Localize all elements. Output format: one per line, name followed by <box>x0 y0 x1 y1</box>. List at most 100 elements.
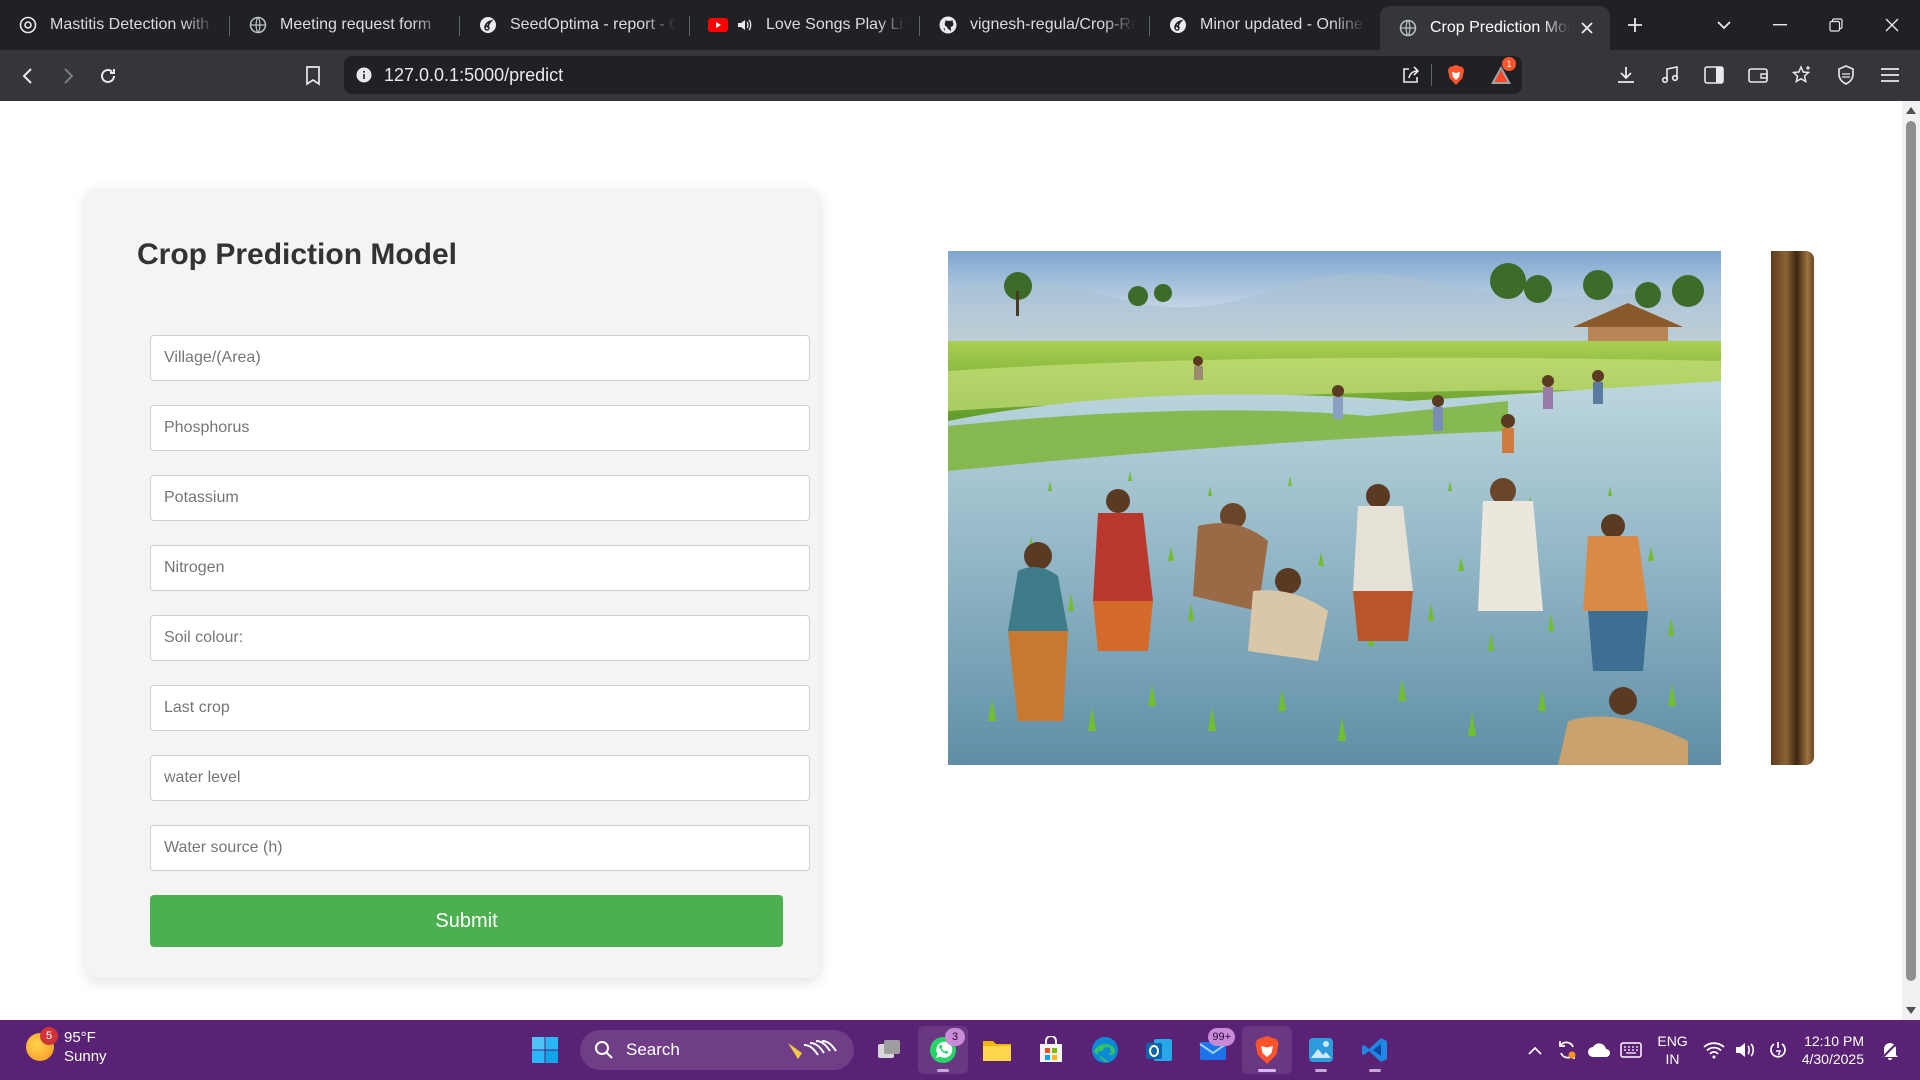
site-info-icon[interactable] <box>356 67 372 83</box>
brave-icon <box>1255 1036 1279 1064</box>
task-view-icon <box>878 1040 900 1058</box>
wallet-button[interactable] <box>1738 56 1778 94</box>
water-source-input[interactable] <box>150 825 810 871</box>
brave-rewards-icon[interactable]: 1 <box>1490 57 1516 85</box>
task-view-button[interactable] <box>864 1026 914 1074</box>
forward-arrow-icon <box>64 67 74 84</box>
sidebar-button[interactable] <box>1694 56 1734 94</box>
share-icon[interactable] <box>1401 65 1421 85</box>
taskbar-whatsapp[interactable]: 3 <box>918 1026 968 1074</box>
bookmark-button[interactable] <box>293 56 333 96</box>
minimize-button[interactable] <box>1752 0 1808 50</box>
brave-shields-icon[interactable] <box>1446 64 1466 86</box>
last-crop-input[interactable] <box>150 685 810 731</box>
tab-crop-prediction[interactable]: Crop Prediction Mod <box>1380 6 1610 50</box>
browser-toolbar: 127.0.0.1:5000/predict 1 <box>0 50 1920 101</box>
downloads-button[interactable] <box>1606 56 1646 94</box>
tab-meeting[interactable]: Meeting request form <box>230 0 460 50</box>
wallet-icon <box>1748 68 1768 83</box>
leo-ai-button[interactable] <box>1782 56 1822 94</box>
notification-bell-icon <box>1882 1042 1898 1060</box>
rewards-count-badge: 1 <box>1502 57 1516 71</box>
next-slide-image-edge <box>1771 251 1814 765</box>
tab-seedoptima[interactable]: SeedOptima - report - On <box>460 0 690 50</box>
sync-status-button[interactable] <box>1551 1030 1583 1070</box>
weather-widget[interactable]: 5 95°F Sunny <box>26 1027 107 1066</box>
wifi-status[interactable] <box>1698 1030 1730 1070</box>
water-level-input[interactable] <box>150 755 810 801</box>
sidebar-icon <box>1704 66 1724 84</box>
show-hidden-icons-button[interactable] <box>1519 1030 1551 1070</box>
scrollbar-thumb[interactable] <box>1906 121 1916 981</box>
taskbar-clock[interactable]: 12:10 PM 4/30/2025 <box>1802 1032 1864 1068</box>
nitrogen-input[interactable] <box>150 545 810 591</box>
potassium-input[interactable] <box>150 475 810 521</box>
village-area-input[interactable] <box>150 335 810 381</box>
notifications-button[interactable] <box>1874 1030 1906 1070</box>
close-tab-icon[interactable] <box>1578 19 1596 37</box>
sync-icon <box>1559 1041 1576 1059</box>
music-icon <box>1661 66 1679 84</box>
url-text: 127.0.0.1:5000/predict <box>384 64 564 85</box>
tab-minor-updated[interactable]: Minor updated - Online L <box>1150 0 1380 50</box>
taskbar-mail[interactable]: 99+ <box>1188 1026 1238 1074</box>
menu-button[interactable] <box>1870 56 1910 94</box>
restore-icon <box>1829 18 1843 32</box>
sparkle-star-icon <box>1792 65 1811 84</box>
onedrive-button[interactable] <box>1583 1030 1615 1070</box>
speaker-icon[interactable] <box>734 15 754 35</box>
plus-icon <box>1628 18 1642 32</box>
taskbar-vscode[interactable] <box>1350 1026 1400 1074</box>
windows-logo-icon <box>532 1037 558 1063</box>
media-button[interactable] <box>1650 56 1690 94</box>
close-window-button[interactable] <box>1864 0 1920 50</box>
taskbar-photos[interactable] <box>1296 1026 1346 1074</box>
taskbar-microsoft-store[interactable] <box>1026 1026 1076 1074</box>
tab-title: SeedOptima - report - On <box>510 16 676 33</box>
language-indicator[interactable]: ENG IN <box>1657 1032 1687 1068</box>
reload-button[interactable] <box>88 56 128 96</box>
new-tab-button[interactable] <box>1610 0 1660 50</box>
taskbar-edge[interactable] <box>1080 1026 1130 1074</box>
taskbar-outlook[interactable] <box>1134 1026 1184 1074</box>
address-bar[interactable]: 127.0.0.1:5000/predict 1 <box>344 56 1522 94</box>
region-code: IN <box>1665 1051 1680 1067</box>
tab-search-button[interactable] <box>1696 0 1752 50</box>
page-viewport: Crop Prediction Model Submit <box>0 101 1920 1020</box>
touch-keyboard-button[interactable] <box>1615 1030 1647 1070</box>
scroll-up-arrow-icon[interactable] <box>1905 104 1917 116</box>
page-scrollbar[interactable] <box>1902 101 1920 1020</box>
tab-strip: Mastitis Detection with M Meeting reques… <box>0 0 1920 50</box>
whatsapp-badge: 3 <box>945 1028 965 1046</box>
tab-love-songs[interactable]: Love Songs Play List S <box>690 0 920 50</box>
search-highlight-icon <box>784 1037 840 1063</box>
tab-title: Mastitis Detection with M <box>50 16 216 33</box>
soil-colour-input[interactable] <box>150 615 810 661</box>
tab-mastitis[interactable]: Mastitis Detection with M <box>0 0 230 50</box>
cloud-icon <box>1588 1043 1611 1057</box>
volume-control[interactable] <box>1730 1030 1762 1070</box>
taskbar-file-explorer[interactable] <box>972 1026 1022 1074</box>
submit-button[interactable]: Submit <box>150 895 783 947</box>
forward-button[interactable] <box>48 56 88 96</box>
overleaf-icon <box>1168 15 1188 35</box>
scroll-down-arrow-icon[interactable] <box>1905 1004 1917 1016</box>
battery-status[interactable] <box>1762 1030 1794 1070</box>
tab-title: Love Songs Play List S <box>766 16 906 33</box>
vpn-button[interactable] <box>1826 56 1866 94</box>
start-button[interactable] <box>520 1026 570 1074</box>
tab-github[interactable]: vignesh-regula/Crop-Rec <box>920 0 1150 50</box>
tab-title: Minor updated - Online L <box>1200 16 1366 33</box>
taskbar-search-box[interactable]: Search <box>580 1030 854 1070</box>
language-code: ENG <box>1657 1033 1688 1049</box>
system-tray: ENG IN 12:10 PM 4/30/2025 <box>1519 1020 1906 1080</box>
globe-icon <box>248 15 268 35</box>
minimize-icon <box>1773 24 1787 26</box>
phosphorus-input[interactable] <box>150 405 810 451</box>
keyboard-icon <box>1620 1042 1643 1058</box>
restore-button[interactable] <box>1808 0 1864 50</box>
weather-badge: 5 <box>40 1027 58 1045</box>
photos-icon <box>1309 1038 1333 1062</box>
taskbar-brave[interactable] <box>1242 1026 1292 1074</box>
back-button[interactable] <box>8 56 48 96</box>
